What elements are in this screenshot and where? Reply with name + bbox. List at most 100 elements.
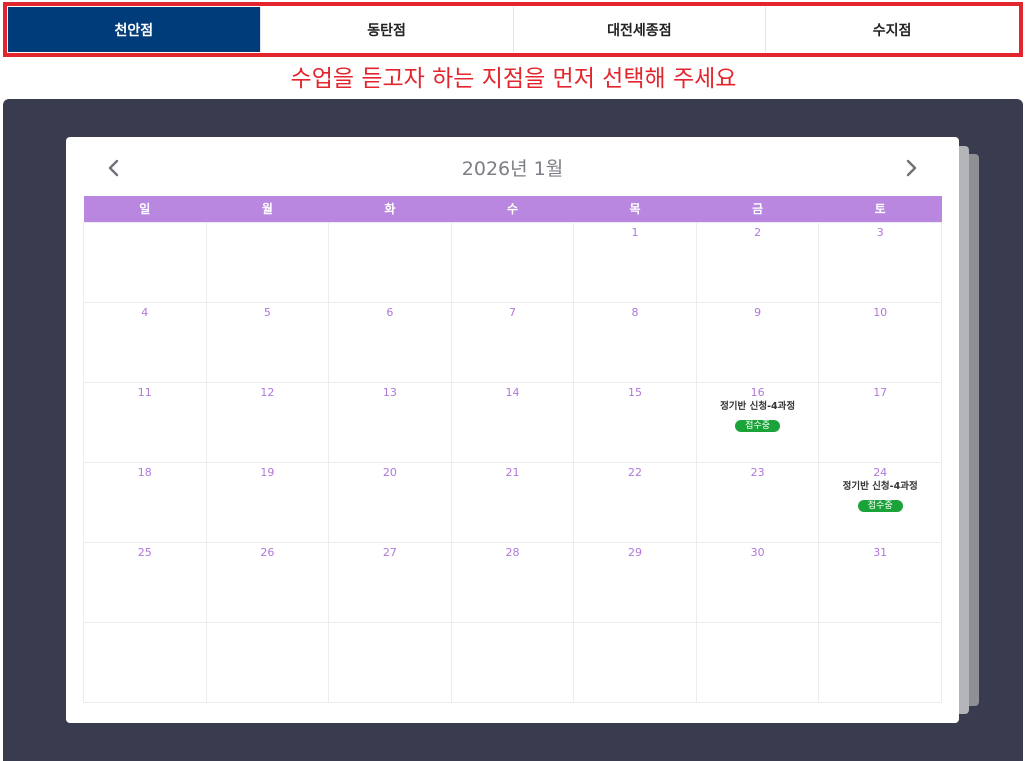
day-number: 20 [382,465,397,479]
calendar-empty-cell [695,621,820,703]
calendar-day-cell[interactable]: 23 [695,461,820,543]
day-number: 28 [505,545,520,559]
tab-suji[interactable]: 수지점 [766,7,1018,52]
day-number: 26 [260,545,275,559]
calendar-day-cell[interactable]: 16 정기반 신청-4과정 접수중 [695,381,820,463]
day-number: 23 [750,465,765,479]
tab-cheonan[interactable]: 천안점 [8,7,261,52]
next-month-button[interactable] [896,153,926,183]
day-number: 25 [137,545,152,559]
calendar-empty-cell [573,621,697,703]
weekday-header: 목 [573,196,697,222]
day-number: 22 [628,465,643,479]
calendar-day-cell[interactable]: 20 [328,461,452,543]
month-title: 2026년 1월 [461,158,564,180]
calendar-day-cell[interactable]: 21 [450,461,575,543]
tab-dongtan[interactable]: 동탄점 [260,7,514,52]
calendar-day-cell[interactable]: 8 [573,301,697,383]
calendar-week-row: 18 19 20 21 22 23 24 정기반 신청-4과정접수중 [83,461,942,543]
day-number: 1 [631,225,639,239]
calendar-day-cell[interactable]: 13 [328,381,452,463]
day-number: 21 [505,465,520,479]
day-number: 8 [631,305,639,319]
day-number: 3 [876,225,884,239]
weekday-header-row: 일월화수목금토 [83,196,942,222]
calendar-grid: 일월화수목금토 1 2 3 4 5 6 7 8 9 10 11 12 13 14 15 16 정기반 신청-4과… [83,196,942,703]
calendar-day-cell[interactable]: 15 [573,381,697,463]
calendar-day-cell[interactable]: 2 [695,221,820,303]
calendar-day-cell[interactable]: 1 [573,221,697,303]
day-number: 27 [382,545,397,559]
calendar-day-cell[interactable]: 14 [450,381,575,463]
calendar-body: 1 2 3 4 5 6 7 8 9 10 11 12 13 14 15 16 정기반 신청-4과정 접수중 17 18… [83,221,942,703]
calendar-week-row: 4 5 6 7 8 9 10 [83,301,942,383]
calendar-week-row [83,621,942,703]
event-status-badge: 접수중 [735,419,781,432]
calendar-empty-cell [205,221,330,303]
calendar-day-cell[interactable]: 24 정기반 신청-4과정접수중 [818,461,942,543]
calendar: 2026년 1월 일월화수목금토 1 2 3 4 5 6 7 8 9 10 11 12 13 14 15 16… [66,137,959,723]
calendar-day-cell[interactable]: 9 [695,301,820,383]
calendar-week-row: 25 26 27 28 29 30 31 [83,541,942,623]
weekday-header: 일 [83,196,207,222]
calendar-day-cell[interactable]: 5 [205,301,330,383]
calendar-empty-cell [328,621,452,703]
day-number: 7 [508,305,516,319]
day-number: 19 [260,465,275,479]
tab-daejeon-sejong[interactable]: 대전세종점 [513,7,767,52]
day-number: 11 [137,385,152,399]
day-number: 10 [873,305,888,319]
weekday-header: 토 [818,196,942,222]
branch-tabs: 천안점 동탄점 대전세종점 수지점 [3,2,1023,57]
day-number: 9 [754,305,762,319]
event-status-badge: 접수중 [857,499,903,512]
calendar-day-cell[interactable]: 27 [328,541,452,623]
calendar-empty-cell [450,221,575,303]
calendar-day-cell[interactable]: 11 [83,381,207,463]
calendar-day-cell[interactable]: 29 [573,541,697,623]
branch-notice: 수업을 듣고자 하는 지점을 먼저 선택해 주세요 [290,66,737,92]
calendar-day-cell[interactable]: 28 [450,541,575,623]
day-number: 24 [873,465,888,479]
calendar-empty-cell [83,221,207,303]
weekday-header: 월 [206,196,329,222]
weekday-header: 화 [328,196,452,222]
calendar-week-row: 1 2 3 [83,221,942,303]
calendar-day-cell[interactable]: 7 [450,301,575,383]
calendar-empty-cell [83,621,207,703]
calendar-day-cell[interactable]: 12 [205,381,330,463]
calendar-day-cell[interactable]: 26 [205,541,330,623]
day-number: 14 [505,385,520,399]
calendar-day-cell[interactable]: 19 [205,461,330,543]
event-title[interactable]: 정기반 신청-4과정 [697,401,819,413]
day-number: 18 [137,465,152,479]
calendar-week-row: 11 12 13 14 15 16 정기반 신청-4과정 접수중 17 [83,381,942,463]
day-number: 2 [754,225,762,239]
calendar-day-cell[interactable]: 22 [573,461,697,543]
day-number: 12 [260,385,275,399]
day-number: 30 [750,545,765,559]
calendar-header: 2026년 1월 [66,137,959,195]
calendar-day-cell[interactable]: 6 [328,301,452,383]
day-number: 13 [382,385,397,399]
day-number: 4 [141,305,149,319]
calendar-day-cell[interactable]: 18 [83,461,207,543]
calendar-day-cell[interactable]: 3 [818,221,942,303]
day-number: 17 [873,385,888,399]
calendar-day-cell[interactable]: 10 [818,301,942,383]
calendar-day-cell[interactable]: 31 [818,541,942,623]
calendar-day-cell[interactable]: 17 [818,381,942,463]
calendar-day-cell[interactable]: 4 [83,301,207,383]
day-number: 31 [873,545,888,559]
chevron-right-icon [906,159,917,177]
day-number: 5 [263,305,271,319]
day-number: 15 [628,385,643,399]
calendar-day-cell[interactable]: 25 [83,541,207,623]
calendar-empty-cell [205,621,330,703]
calendar-empty-cell [818,621,942,703]
weekday-header: 금 [696,196,819,222]
calendar-day-cell[interactable]: 30 [695,541,820,623]
day-number: 6 [386,305,394,319]
event-title[interactable]: 정기반 신청-4과정 [819,481,941,493]
day-number: 29 [628,545,643,559]
